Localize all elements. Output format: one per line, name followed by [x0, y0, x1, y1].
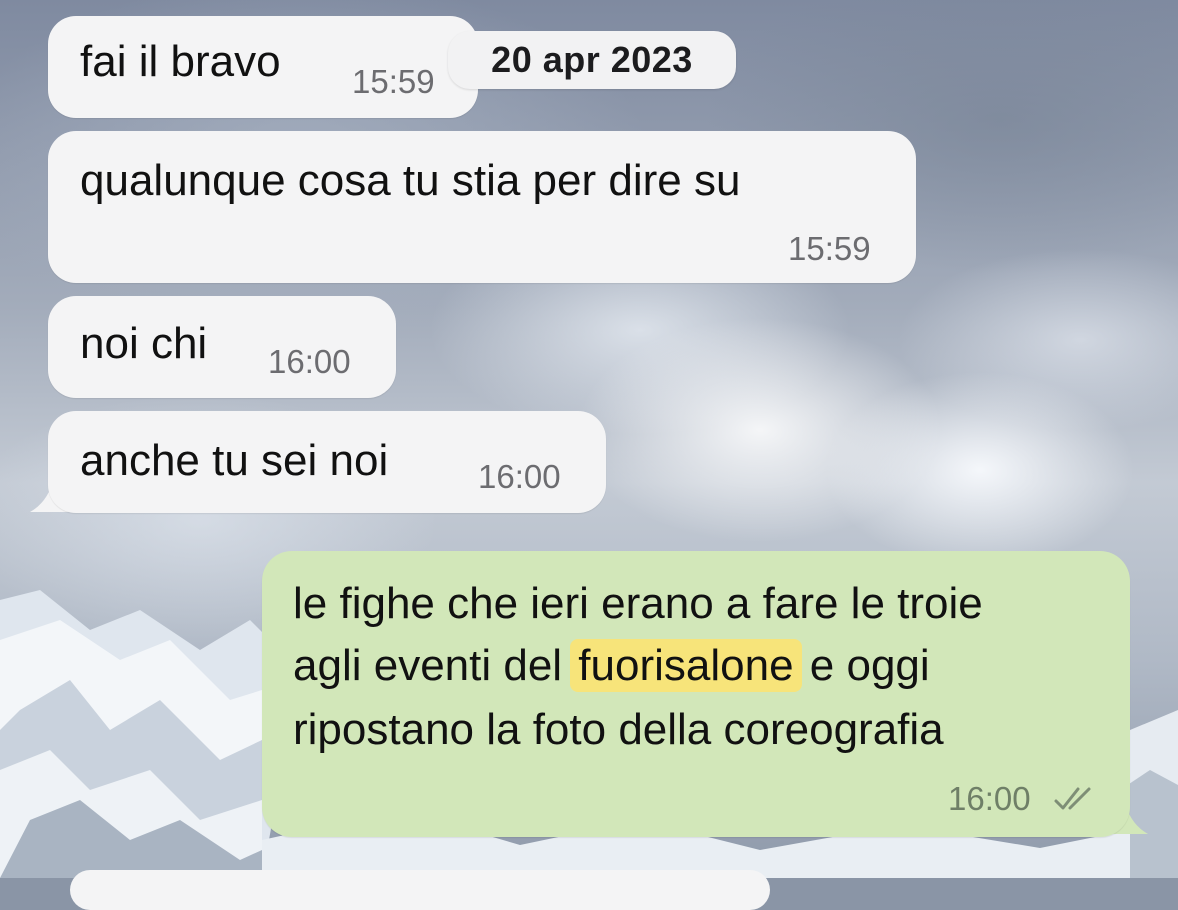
- message-text-line: agli eventi del fuorisalone e oggi: [293, 639, 930, 693]
- message-bubble-outgoing[interactable]: le fighe che ieri erano a fare le troie …: [262, 551, 1130, 837]
- message-bubble-incoming-partial[interactable]: [70, 870, 770, 910]
- message-text-line: ripostano la foto della coreografia: [293, 705, 944, 754]
- message-bubble-incoming[interactable]: fai il bravo 15:59: [48, 16, 478, 118]
- highlighted-word: fuorisalone: [570, 639, 802, 692]
- date-separator: 20 apr 2023: [448, 31, 736, 89]
- message-bubble-incoming[interactable]: anche tu sei noi 16:00: [48, 411, 606, 513]
- message-text-segment: agli eventi del: [293, 641, 575, 690]
- message-text-line: le fighe che ieri erano a fare le troie: [293, 579, 983, 628]
- message-text-segment: e oggi: [797, 641, 930, 690]
- message-text: fai il bravo: [80, 37, 281, 86]
- message-text: qualunque cosa tu stia per dire su: [80, 156, 741, 205]
- message-text: anche tu sei noi: [80, 436, 389, 485]
- double-check-read-icon: [1054, 787, 1091, 810]
- message-time: 15:59: [788, 230, 871, 267]
- message-time: 16:00: [478, 458, 561, 495]
- date-separator-label: 20 apr 2023: [491, 39, 693, 80]
- message-bubble-incoming[interactable]: qualunque cosa tu stia per dire su 15:59: [48, 131, 916, 283]
- message-time: 16:00: [268, 343, 351, 380]
- message-time: 16:00: [948, 780, 1031, 817]
- message-time: 15:59: [352, 63, 435, 100]
- message-bubble-incoming[interactable]: noi chi 16:00: [48, 296, 396, 398]
- message-text: noi chi: [80, 319, 208, 368]
